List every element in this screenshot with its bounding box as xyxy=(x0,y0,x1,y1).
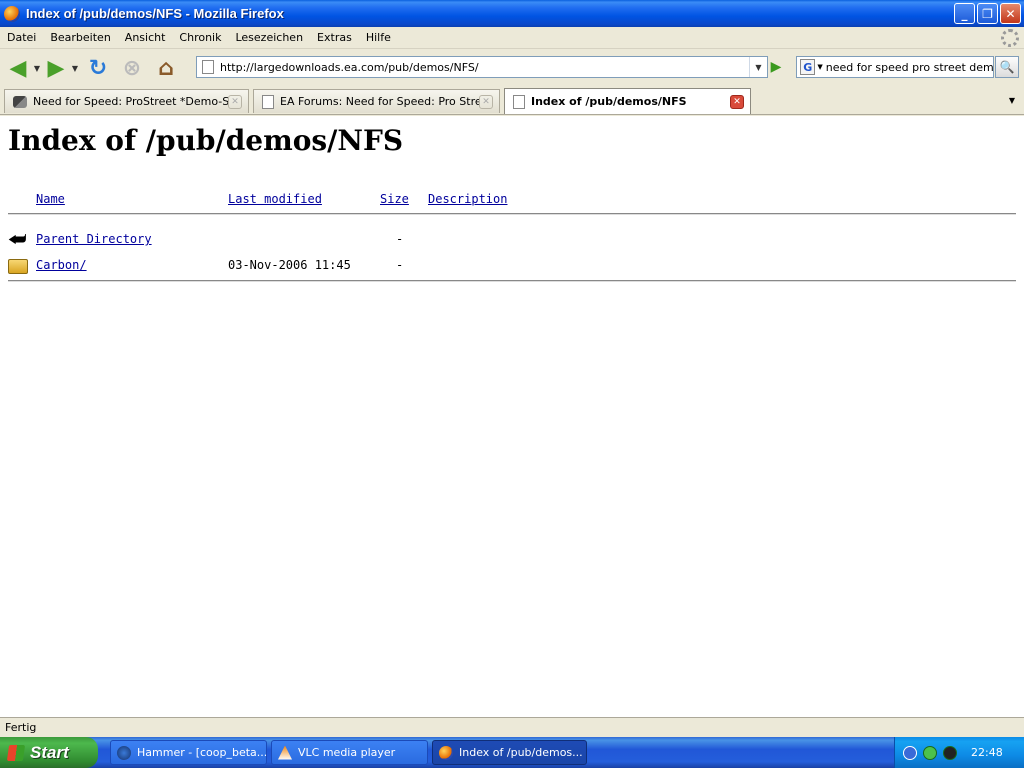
go-arrow-icon[interactable]: ▶ xyxy=(765,56,787,78)
page-icon xyxy=(202,60,214,74)
back-history-dropdown[interactable]: ▼ xyxy=(32,64,42,73)
status-bar: Fertig xyxy=(0,717,1024,737)
size-value: - xyxy=(396,232,404,246)
tab-label: Index of /pub/demos/NFS xyxy=(531,95,687,108)
page-heading: Index of /pub/demos/NFS xyxy=(8,124,404,157)
firefox-icon xyxy=(4,5,20,22)
tab-label: EA Forums: Need for Speed: Pro Street xyxy=(280,95,479,108)
maximize-button[interactable]: ❐ xyxy=(977,3,998,24)
carbon-directory-link[interactable]: Carbon/ xyxy=(36,258,87,272)
firefox-icon xyxy=(439,745,453,760)
clock[interactable]: 22:48 xyxy=(971,746,1003,759)
last-modified-value: 03-Nov-2006 11:45 xyxy=(228,258,351,272)
task-label: VLC media player xyxy=(298,746,396,759)
search-button[interactable]: 🔍 xyxy=(995,56,1019,78)
url-text[interactable]: http://largedownloads.ea.com/pub/demos/N… xyxy=(220,61,749,74)
status-text: Fertig xyxy=(5,721,37,734)
home-icon[interactable]: ⌂ xyxy=(152,54,180,82)
search-engine-dropdown[interactable]: ▼ xyxy=(817,63,822,71)
search-input[interactable]: G ▼ need for speed pro street demo xyxy=(796,56,994,78)
tab-nfs-demo[interactable]: Need for Speed: ProStreet *Demo-Sa... ✕ xyxy=(4,89,249,113)
size-value: - xyxy=(396,258,404,272)
divider xyxy=(8,280,1016,282)
tray-expand-icon[interactable] xyxy=(903,745,917,760)
steam-icon[interactable] xyxy=(943,745,957,760)
start-button[interactable]: Start xyxy=(0,737,98,768)
column-description-link[interactable]: Description xyxy=(428,192,507,206)
column-name-link[interactable]: Name xyxy=(36,192,65,206)
page-content: Index of /pub/demos/NFS Name Last modifi… xyxy=(0,116,1024,717)
forward-history-dropdown[interactable]: ▼ xyxy=(70,64,80,73)
window-titlebar[interactable]: Index of /pub/demos/NFS - Mozilla Firefo… xyxy=(0,0,1024,27)
divider xyxy=(8,213,1016,215)
menu-bearbeiten[interactable]: Bearbeiten xyxy=(43,31,117,44)
task-firefox[interactable]: Index of /pub/demos... xyxy=(432,740,587,765)
menu-bar: Datei Bearbeiten Ansicht Chronik Lesezei… xyxy=(0,27,1024,49)
vlc-cone-icon xyxy=(278,745,292,760)
throbber-icon xyxy=(1001,29,1019,47)
stop-icon[interactable]: ⊗ xyxy=(118,54,146,82)
forward-arrow-icon[interactable]: ▶ xyxy=(42,54,70,82)
menu-lesezeichen[interactable]: Lesezeichen xyxy=(228,31,310,44)
menu-extras[interactable]: Extras xyxy=(310,31,359,44)
tab-bar: Need for Speed: ProStreet *Demo-Sa... ✕ … xyxy=(0,87,1024,115)
task-hammer[interactable]: Hammer - [coop_beta... xyxy=(110,740,267,765)
tab-close-icon[interactable]: ✕ xyxy=(730,94,744,109)
ea-favicon-icon xyxy=(13,95,27,108)
network-icon[interactable] xyxy=(923,745,937,760)
page-icon xyxy=(513,94,525,109)
menu-hilfe[interactable]: Hilfe xyxy=(359,31,398,44)
page-icon xyxy=(262,94,274,109)
window-title: Index of /pub/demos/NFS - Mozilla Firefo… xyxy=(26,6,284,21)
tab-ea-forums[interactable]: EA Forums: Need for Speed: Pro Street ✕ xyxy=(253,89,500,113)
parent-directory-link[interactable]: Parent Directory xyxy=(36,232,152,246)
menu-datei[interactable]: Datei xyxy=(0,31,43,44)
column-last-modified-link[interactable]: Last modified xyxy=(228,192,322,206)
back-arrow-icon: ⮨ xyxy=(8,227,27,251)
task-label: Hammer - [coop_beta... xyxy=(137,746,267,759)
back-arrow-icon[interactable]: ◀ xyxy=(4,54,32,82)
tab-close-icon[interactable]: ✕ xyxy=(479,94,493,109)
menu-ansicht[interactable]: Ansicht xyxy=(118,31,173,44)
menu-chronik[interactable]: Chronik xyxy=(172,31,228,44)
minimize-button[interactable]: _ xyxy=(954,3,975,24)
google-engine-icon[interactable]: G xyxy=(800,59,816,75)
start-label: Start xyxy=(30,742,69,762)
task-vlc[interactable]: VLC media player xyxy=(271,740,428,765)
search-query[interactable]: need for speed pro street demo xyxy=(826,61,993,74)
system-tray: 22:48 xyxy=(894,737,1024,768)
list-item: ⮨ Parent Directory - xyxy=(8,229,708,251)
windows-logo-icon xyxy=(6,744,26,761)
url-bar[interactable]: http://largedownloads.ea.com/pub/demos/N… xyxy=(196,56,768,78)
close-button[interactable]: ✕ xyxy=(1000,3,1021,24)
tab-label: Need for Speed: ProStreet *Demo-Sa... xyxy=(33,95,228,108)
tab-list-dropdown[interactable]: ▼ xyxy=(1004,92,1020,108)
list-item: Carbon/ 03-Nov-2006 11:45 - xyxy=(8,255,708,277)
folder-icon xyxy=(8,259,28,274)
reload-icon[interactable]: ↻ xyxy=(84,54,112,82)
tab-index-nfs[interactable]: Index of /pub/demos/NFS ✕ xyxy=(504,88,751,114)
task-label: Index of /pub/demos... xyxy=(459,746,583,759)
column-size-link[interactable]: Size xyxy=(380,192,409,206)
tab-close-icon[interactable]: ✕ xyxy=(228,94,242,109)
hammer-icon xyxy=(117,745,131,760)
